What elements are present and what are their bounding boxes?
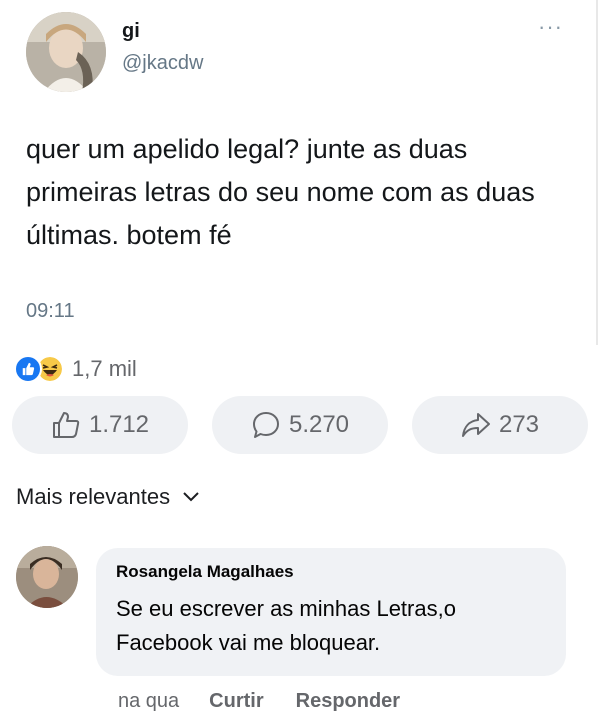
chevron-down-icon (183, 492, 199, 502)
comment-reply-button[interactable]: Responder (296, 690, 400, 713)
sort-label: Mais relevantes (16, 484, 171, 509)
comment-bubble: Rosangela Magalhaes Se eu escrever as mi… (96, 548, 566, 676)
comment-time[interactable]: na qua (118, 690, 179, 713)
share-button[interactable]: 273 (412, 396, 588, 454)
comment-text: Se eu escrever as minhas Letras,o Facebo… (116, 596, 456, 655)
tweet-handle[interactable]: @jkacdw (122, 52, 203, 75)
comment-sort-dropdown[interactable]: Mais relevantes (16, 484, 200, 510)
like-count: 1.712 (88, 411, 150, 438)
like-button[interactable]: 1.712 (12, 396, 188, 454)
like-reaction-icon (14, 355, 42, 383)
tweet-timestamp: 09:11 (26, 300, 75, 322)
more-options-icon[interactable]: ··· (538, 16, 563, 38)
tweet-display-name[interactable]: gi (122, 20, 140, 43)
comment-count: 5.270 (288, 411, 350, 438)
post-screenshot: gi @jkacdw ··· quer um apelido legal? ju… (0, 0, 600, 728)
share-arrow-icon (461, 413, 490, 437)
tweet-avatar[interactable] (26, 12, 106, 92)
comment-bubble-icon (252, 412, 279, 438)
thumbs-up-icon (52, 412, 80, 438)
share-count: 273 (498, 411, 540, 438)
reactions-summary[interactable]: 1,7 mil (14, 352, 137, 386)
comment-author[interactable]: Rosangela Magalhaes (116, 562, 548, 582)
comment-meta: na qua Curtir Responder (118, 690, 400, 713)
reactions-count: 1,7 mil (72, 356, 137, 381)
tweet-border (596, 0, 598, 345)
comment-like-button[interactable]: Curtir (209, 690, 263, 713)
tweet-text: quer um apelido legal? junte as duas pri… (26, 134, 535, 250)
tweet-card: gi @jkacdw ··· quer um apelido legal? ju… (0, 0, 600, 345)
comment-button[interactable]: 5.270 (212, 396, 388, 454)
commenter-avatar[interactable] (16, 546, 78, 608)
